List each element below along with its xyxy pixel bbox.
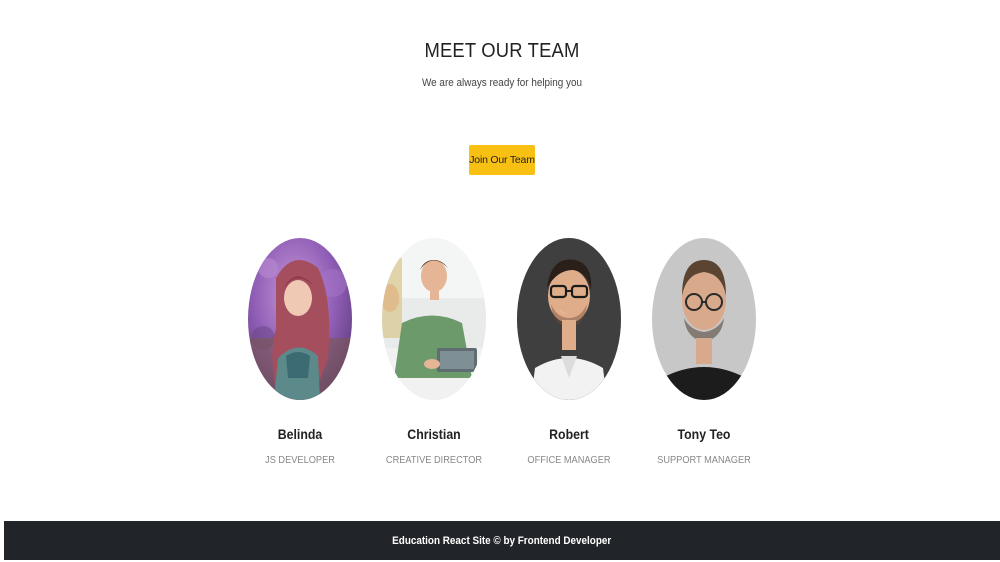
team-member-card: Christian CREATIVE DIRECTOR — [382, 238, 486, 466]
site-footer: Education React Site © by Frontend Devel… — [4, 521, 1000, 560]
section-title: MEET OUR TEAM — [424, 40, 580, 62]
team-member-photo — [652, 238, 756, 400]
team-member-photo — [248, 238, 352, 400]
team-page: MEET OUR TEAM We are always ready for he… — [0, 0, 1000, 562]
team-member-card: Belinda JS DEVELOPER — [248, 238, 352, 466]
belinda-portrait-image — [248, 238, 352, 400]
tony-teo-portrait-image — [652, 238, 756, 400]
robert-portrait-image — [517, 238, 621, 400]
team-member-name: Robert — [549, 426, 589, 442]
team-member-card: Tony Teo SUPPORT MANAGER — [652, 238, 756, 466]
christian-portrait-image — [382, 238, 486, 400]
team-member-role: SUPPORT MANAGER — [657, 454, 751, 466]
footer-copyright: Education React Site © by Frontend Devel… — [392, 534, 612, 547]
team-member-photo — [517, 238, 621, 400]
section-subtitle: We are always ready for helping you — [422, 77, 582, 89]
join-our-team-button[interactable]: Join Our Team — [469, 145, 535, 175]
team-member-name: Tony Teo — [677, 426, 731, 442]
team-member-card: Robert OFFICE MANAGER — [517, 238, 621, 466]
team-member-name: Christian — [407, 426, 461, 442]
team-member-photo — [382, 238, 486, 400]
team-member-name: Belinda — [277, 426, 323, 442]
